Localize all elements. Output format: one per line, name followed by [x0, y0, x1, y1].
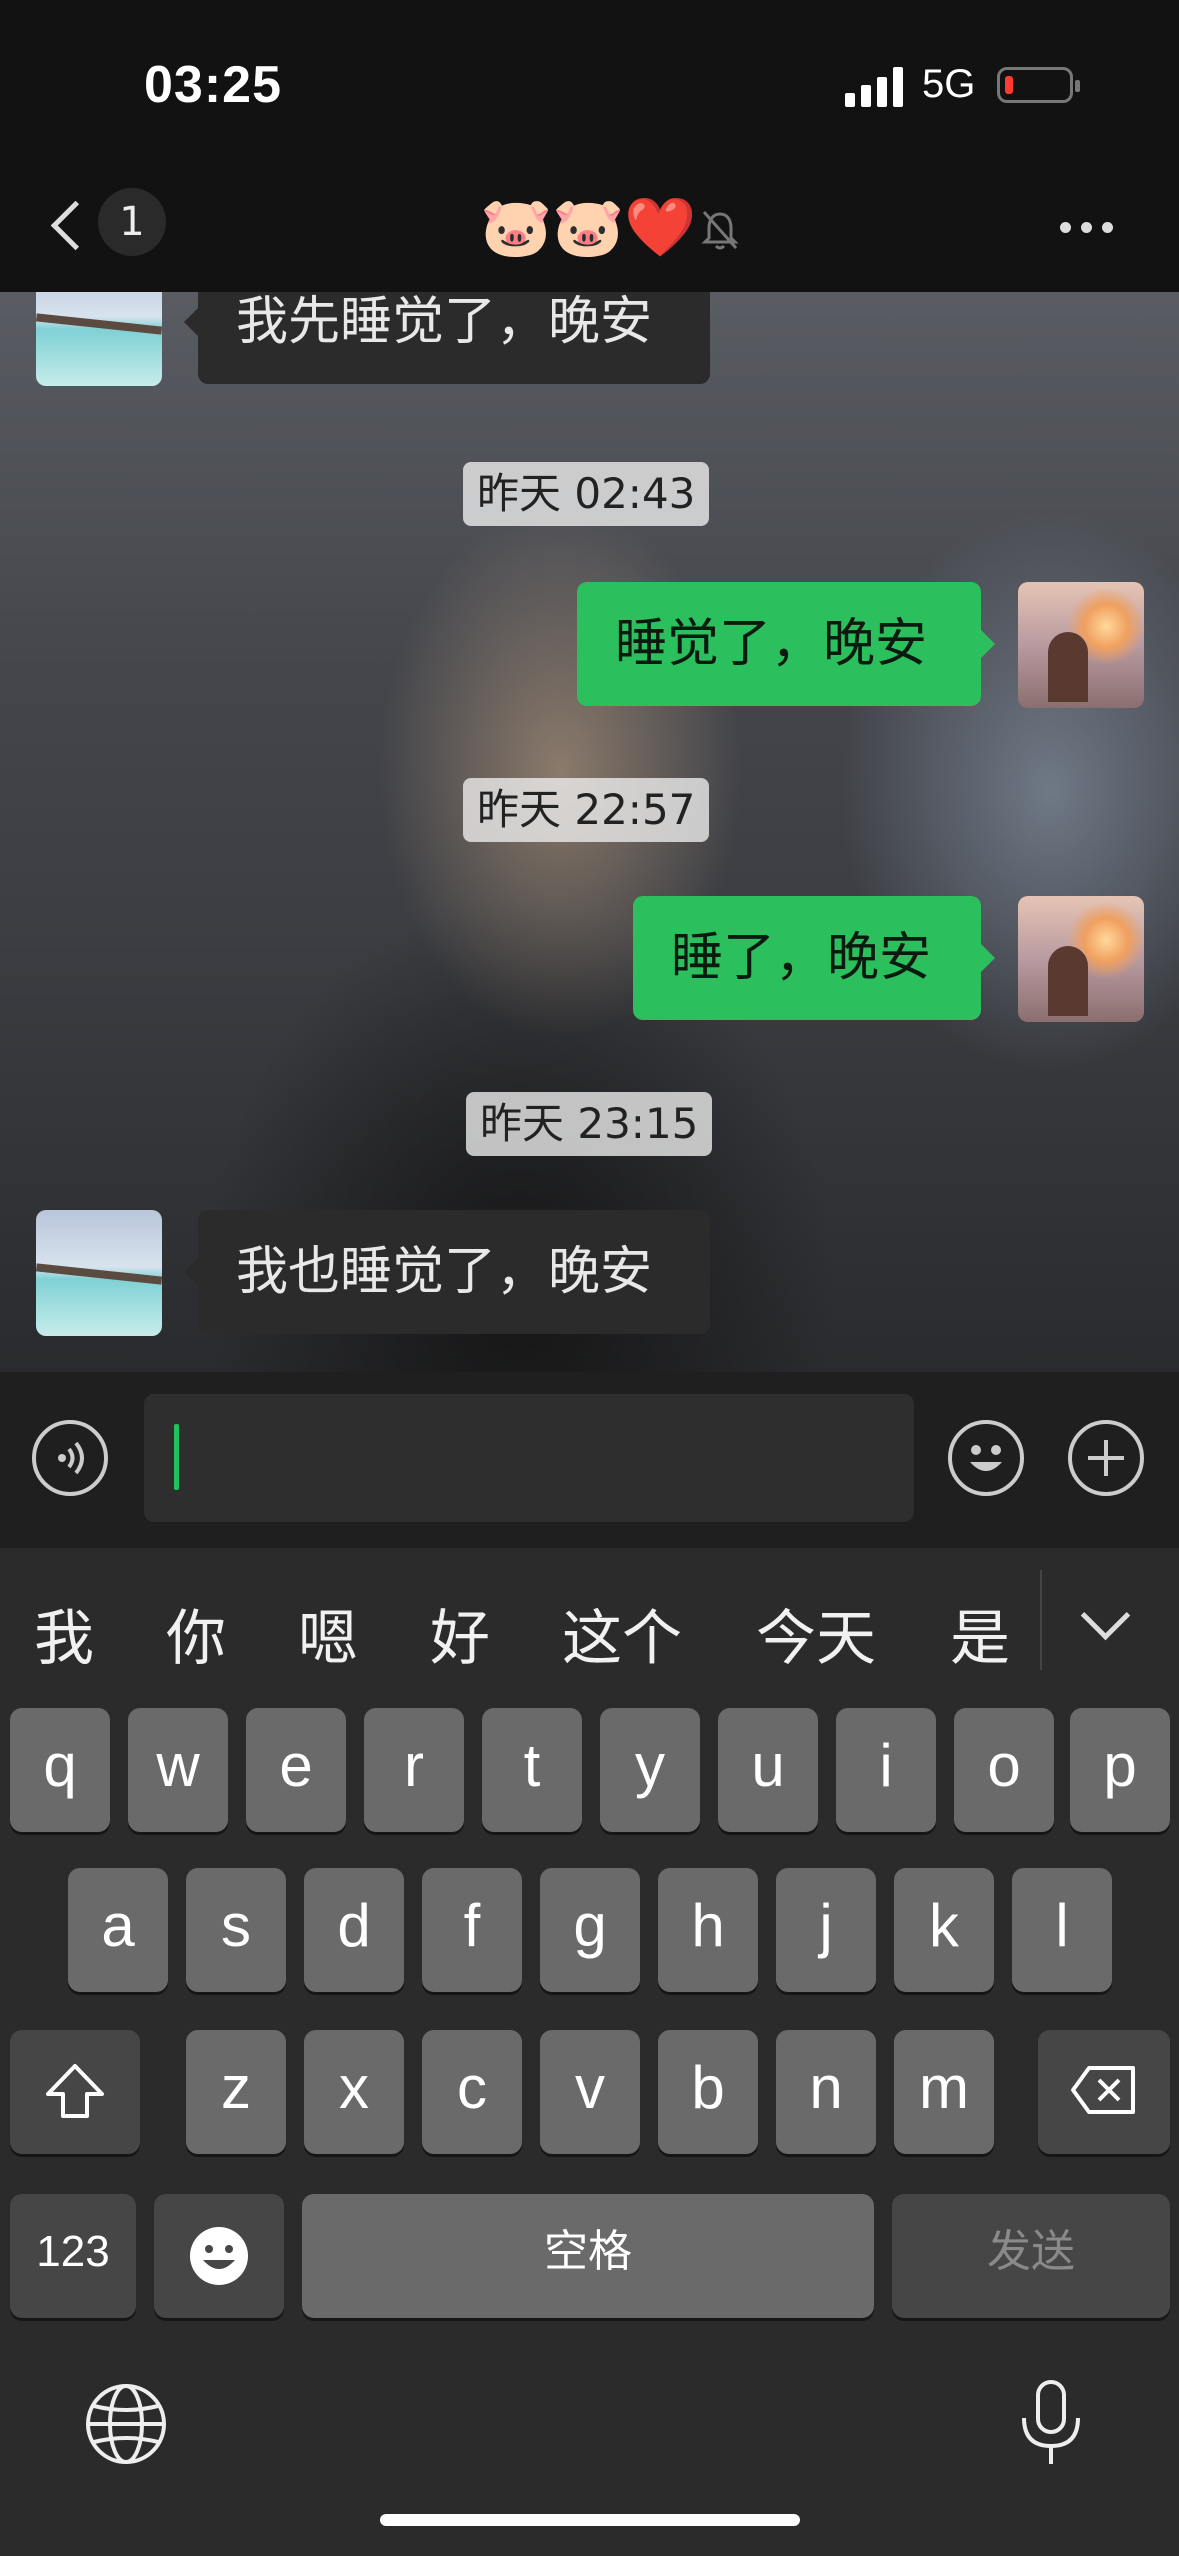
key-w[interactable]: w — [128, 1708, 228, 1832]
key-f[interactable]: f — [422, 1868, 522, 1992]
key-v[interactable]: v — [540, 2030, 640, 2154]
key-o[interactable]: o — [954, 1708, 1054, 1832]
home-indicator[interactable] — [380, 2514, 800, 2526]
network-type: 5G — [922, 62, 976, 106]
message-bubble-sent[interactable]: 睡觉了，晚安 — [577, 582, 995, 706]
microphone-icon[interactable] — [1016, 2378, 1086, 2470]
key-s[interactable]: s — [186, 1868, 286, 1992]
smiley-icon — [970, 1445, 1002, 1471]
key-q[interactable]: q — [10, 1708, 110, 1832]
candidate-word[interactable]: 是 — [950, 1590, 1010, 1677]
backspace-icon — [1071, 2066, 1135, 2114]
key-a[interactable]: a — [68, 1868, 168, 1992]
key-i[interactable]: i — [836, 1708, 936, 1832]
emoji-face-icon — [190, 2227, 248, 2285]
chat-message-area[interactable]: 我先睡觉了，晚安 昨天 02:43 睡觉了，晚安 昨天 22:57 睡了，晚安 … — [0, 292, 1179, 1372]
expand-candidates-chevron-down-icon[interactable] — [1080, 1590, 1131, 1641]
key-n[interactable]: n — [776, 2030, 876, 2154]
text-cursor — [174, 1424, 179, 1490]
message-bubble-received[interactable]: 我也睡觉了，晚安 — [184, 1210, 710, 1334]
status-bar: 03:25 5G — [0, 0, 1179, 160]
message-text-input[interactable] — [144, 1394, 914, 1522]
send-key[interactable]: 发送 — [892, 2194, 1170, 2318]
key-t[interactable]: t — [482, 1708, 582, 1832]
key-x[interactable]: x — [304, 2030, 404, 2154]
key-k[interactable]: k — [894, 1868, 994, 1992]
more-options-button[interactable] — [1060, 212, 1130, 242]
key-z[interactable]: z — [186, 2030, 286, 2154]
plus-icon — [1088, 1440, 1124, 1476]
space-key[interactable]: 空格 — [302, 2194, 874, 2318]
emoji-button[interactable] — [948, 1420, 1024, 1496]
key-y[interactable]: y — [600, 1708, 700, 1832]
key-r[interactable]: r — [364, 1708, 464, 1832]
emoji-key[interactable] — [154, 2194, 284, 2318]
chat-title: 🐷🐷❤️ — [480, 193, 697, 261]
message-input-bar — [0, 1372, 1179, 1548]
key-u[interactable]: u — [718, 1708, 818, 1832]
battery-icon — [997, 67, 1080, 103]
candidate-word[interactable]: 好 — [430, 1590, 490, 1677]
unread-count-badge[interactable]: 1 — [98, 188, 166, 256]
my-avatar[interactable] — [1018, 582, 1144, 708]
voice-input-button[interactable] — [32, 1420, 108, 1496]
shift-arrow-icon — [46, 2064, 104, 2118]
key-g[interactable]: g — [540, 1868, 640, 1992]
mute-bell-icon — [701, 211, 739, 250]
keyboard: 我 你 嗯 好 这个 今天 是 q w e r t y u i o p a s … — [0, 1548, 1179, 2556]
key-b[interactable]: b — [658, 2030, 758, 2154]
message-bubble-received[interactable]: 我先睡觉了，晚安 — [184, 292, 710, 384]
shift-key[interactable] — [10, 2030, 140, 2154]
key-c[interactable]: c — [422, 2030, 522, 2154]
key-j[interactable]: j — [776, 1868, 876, 1992]
timestamp: 昨天 02:43 — [463, 462, 710, 526]
voice-icon — [58, 1441, 84, 1475]
key-d[interactable]: d — [304, 1868, 404, 1992]
key-l[interactable]: l — [1012, 1868, 1112, 1992]
candidate-word[interactable]: 这个 — [562, 1590, 682, 1677]
timestamp: 昨天 22:57 — [463, 778, 710, 842]
candidate-word[interactable]: 我 — [34, 1590, 94, 1677]
key-m[interactable]: m — [894, 2030, 994, 2154]
more-functions-button[interactable] — [1068, 1420, 1144, 1496]
candidate-word[interactable]: 你 — [166, 1590, 226, 1677]
message-bubble-sent[interactable]: 睡了，晚安 — [633, 896, 995, 1020]
delete-key[interactable] — [1038, 2030, 1170, 2154]
globe-icon[interactable] — [84, 2382, 168, 2466]
candidate-bar: 我 你 嗯 好 这个 今天 是 — [0, 1548, 1179, 1698]
timestamp: 昨天 23:15 — [466, 1092, 713, 1156]
contact-avatar[interactable] — [36, 1210, 162, 1336]
numbers-key[interactable]: 123 — [10, 2194, 136, 2318]
chat-header: 1 🐷🐷❤️ — [0, 160, 1179, 292]
key-h[interactable]: h — [658, 1868, 758, 1992]
key-e[interactable]: e — [246, 1708, 346, 1832]
candidate-word[interactable]: 今天 — [756, 1590, 876, 1677]
back-button[interactable] — [40, 192, 100, 262]
key-p[interactable]: p — [1070, 1708, 1170, 1832]
my-avatar[interactable] — [1018, 896, 1144, 1022]
cellular-signal-icon — [845, 67, 907, 107]
status-time: 03:25 — [144, 56, 282, 114]
divider — [1040, 1570, 1042, 1670]
contact-avatar[interactable] — [36, 292, 162, 386]
candidate-word[interactable]: 嗯 — [298, 1590, 358, 1677]
